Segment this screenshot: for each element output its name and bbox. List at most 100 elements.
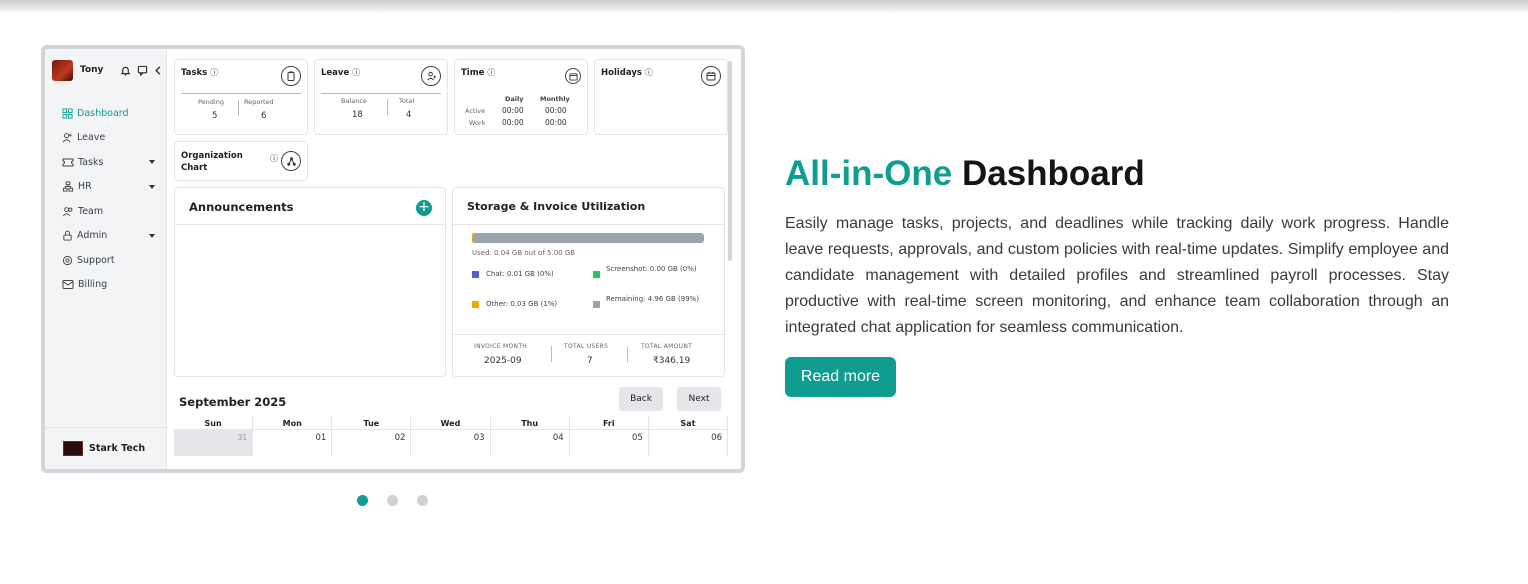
info-icon: ⓘ (210, 68, 219, 77)
sidebar-item-label: Tasks (78, 156, 104, 168)
work-monthly-value: 00:00 (545, 118, 567, 127)
time-card[interactable]: Time ⓘ Daily Monthly Active Work 00:00 0… (454, 59, 588, 135)
sidebar-item-label: Admin (77, 230, 108, 242)
storage-used-text: Used: 0.04 GB out of 5.00 GB (472, 249, 576, 257)
bell-icon[interactable] (120, 65, 131, 76)
dashboard-app: Tony Dashboard Leave Tasks HR Team Admin… (45, 49, 741, 469)
storage-title: Storage & Invoice Utilization (467, 200, 646, 213)
calendar-week-row: 31 01 02 03 04 05 06 (174, 430, 728, 456)
calendar-day-cell[interactable]: 31 (174, 430, 254, 456)
caret-down-icon[interactable] (149, 233, 155, 238)
feature-description: Easily manage tasks, projects, and deadl… (785, 215, 1449, 336)
add-announcement-button[interactable]: + (416, 200, 432, 216)
announcements-title: Announcements (189, 200, 294, 214)
carousel-dot[interactable] (357, 495, 368, 506)
total-users-label: TOTAL USERS (564, 343, 609, 350)
sidebar-item-label: Support (77, 254, 115, 266)
total-amount-value: ₹346.19 (653, 356, 691, 366)
sidebar-item-tasks[interactable]: Tasks (62, 150, 162, 175)
time-title: Time (461, 68, 485, 78)
sidebar-item-leave[interactable]: Leave (62, 126, 162, 151)
sidebar-header: Tony (52, 59, 162, 81)
chat-legend-label: Chat: 0.01 GB (0%) (486, 270, 554, 278)
org-chart-card[interactable]: Organization Chart ⓘ (174, 141, 308, 181)
user-plus-icon[interactable] (421, 66, 441, 86)
total-amount-label: TOTAL AMOUNT (641, 343, 693, 350)
info-icon: ⓘ (270, 154, 278, 163)
active-daily-value: 00:00 (502, 106, 524, 115)
org-switcher[interactable]: Stark Tech (45, 427, 166, 469)
caret-down-icon[interactable] (149, 184, 155, 189)
monthly-label: Monthly (540, 95, 570, 103)
avatar[interactable] (52, 59, 73, 81)
card-title: Organization Chart (181, 150, 243, 174)
calendar-day-cell[interactable]: 03 (411, 430, 491, 456)
storage-card: Storage & Invoice Utilization Used: 0.04… (452, 187, 725, 377)
carousel-dots (357, 495, 428, 506)
sidebar-item-label: HR (78, 181, 92, 193)
calendar-day-cell[interactable]: 04 (491, 430, 570, 456)
sidebar-item-team[interactable]: Team (62, 199, 162, 224)
other-legend-label: Other: 0.03 GB (1%) (486, 300, 558, 308)
sidebar-item-support[interactable]: Support (62, 248, 162, 273)
leave-title: Leave (321, 68, 350, 78)
calendar-next-button[interactable]: Next (677, 387, 721, 411)
main-scrollbar[interactable] (728, 61, 732, 261)
calendar-weekday-header: Sun Mon Tue Wed Thu Fri Sat (174, 417, 728, 430)
org-chart-icon[interactable] (281, 151, 301, 171)
card-title: Leave ⓘ (321, 67, 360, 78)
sidebar: Tony Dashboard Leave Tasks HR Team Admin… (45, 49, 167, 469)
reported-label: Reported (244, 98, 274, 106)
card-title: Holidays ⓘ (601, 67, 653, 78)
calendar-icon[interactable] (701, 66, 721, 86)
org-chart-title-line2: Chart (181, 163, 208, 173)
holidays-title: Holidays (601, 68, 642, 78)
user-plus-icon (62, 133, 72, 143)
chat-icon[interactable] (137, 65, 148, 76)
weekday-label: Wed (411, 417, 491, 429)
invoice-month-value: 2025-09 (484, 356, 522, 366)
tasks-card[interactable]: Tasks ⓘ Pending Reported 5 6 (174, 59, 308, 135)
calendar-day-cell[interactable]: 01 (253, 430, 333, 456)
remaining-legend-label: Remaining: 4.96 GB (99%) (606, 295, 700, 303)
sidebar-item-billing[interactable]: Billing (62, 273, 162, 298)
dashboard-screenshot: Tony Dashboard Leave Tasks HR Team Admin… (41, 45, 745, 473)
calendar-clock-icon[interactable] (565, 68, 581, 84)
invoice-month-label: INVOICE MONTH (474, 343, 528, 350)
headset-icon (62, 255, 73, 265)
clipboard-icon[interactable] (281, 66, 301, 86)
active-label: Active (465, 107, 486, 115)
chevron-left-icon[interactable] (154, 65, 162, 76)
sidebar-item-label: Team (78, 205, 104, 217)
sidebar-item-hr[interactable]: HR (62, 175, 162, 200)
sidebar-nav: Dashboard Leave Tasks HR Team Admin Supp… (62, 101, 162, 297)
weekday-label: Tue (332, 417, 412, 429)
users-icon (62, 206, 73, 217)
caret-down-icon[interactable] (149, 160, 155, 165)
holidays-card[interactable]: Holidays ⓘ (594, 59, 728, 135)
calendar-day-cell[interactable]: 05 (570, 430, 649, 456)
total-users-value: 7 (587, 356, 593, 366)
sidebar-item-label: Billing (78, 279, 108, 291)
carousel-dot[interactable] (417, 495, 428, 506)
calendar-back-button[interactable]: Back (619, 387, 663, 411)
hierarchy-icon (62, 181, 74, 192)
mail-icon (62, 280, 74, 290)
read-more-button[interactable]: Read more (785, 357, 896, 397)
total-label: Total (399, 97, 415, 105)
calendar-day-cell[interactable]: 02 (332, 430, 412, 456)
feature-title: All-in-One Dashboard (785, 154, 1145, 194)
org-logo (63, 441, 83, 456)
org-name: Stark Tech (89, 443, 146, 454)
card-title: Tasks ⓘ (181, 67, 218, 78)
calendar-day-cell[interactable]: 06 (649, 430, 728, 456)
work-label: Work (469, 119, 486, 127)
sidebar-item-dashboard[interactable]: Dashboard (62, 101, 162, 126)
ticket-icon (62, 158, 74, 167)
feature-title-rest: Dashboard (961, 154, 1145, 193)
info-icon: ⓘ (352, 68, 361, 77)
leave-card[interactable]: Leave ⓘ Balance Total 18 4 (314, 59, 448, 135)
feature-title-accent: All-in-One (785, 154, 953, 193)
sidebar-item-admin[interactable]: Admin (62, 224, 162, 249)
carousel-dot[interactable] (387, 495, 398, 506)
